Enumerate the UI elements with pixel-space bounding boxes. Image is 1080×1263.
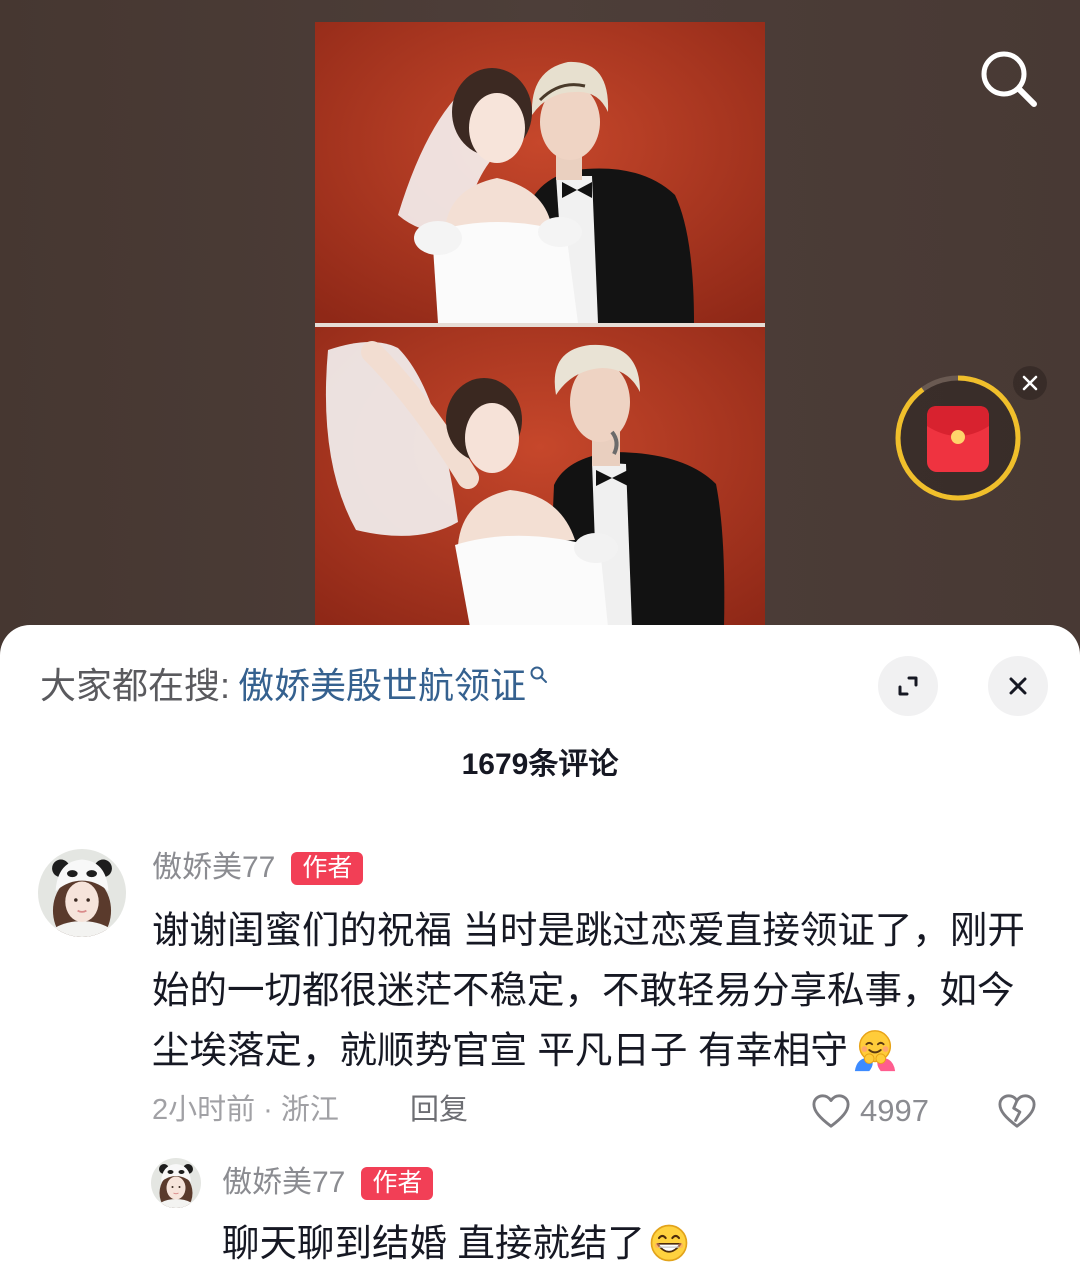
comment-text-line: 谢谢闺蜜们的祝福 当时是跳过恋爱直接领证了，刚开 [152, 909, 1025, 951]
comment-time-location: 2小时前 · 浙江 [152, 1094, 339, 1126]
user-avatar [151, 1158, 201, 1208]
reply-button[interactable]: 回复 [410, 1090, 468, 1130]
like-count: 4997 [860, 1093, 929, 1128]
comment-username[interactable]: 傲娇美77 [152, 849, 275, 887]
comment-text-line: 始的一切都很迷茫不稳定，不敢轻易分享私事，如今 [152, 969, 1015, 1011]
comment-text-line: 尘埃落定，就顺势官宣 平凡日子 有幸相守 [152, 1029, 848, 1071]
like-button[interactable]: 4997 [810, 1091, 929, 1131]
expand-icon [898, 676, 918, 696]
video-area[interactable] [0, 0, 1080, 660]
search-hint[interactable]: 大家都在搜: 傲娇美殷世航领证 [40, 664, 549, 708]
close-icon [1009, 677, 1027, 695]
author-badge: 作者 [291, 851, 364, 885]
reply-avatar[interactable] [151, 1158, 201, 1208]
close-panel-button[interactable] [988, 656, 1048, 716]
heart-icon[interactable] [810, 1092, 852, 1130]
broken-heart-icon[interactable] [996, 1092, 1038, 1130]
comment-text[interactable]: 谢谢闺蜜们的祝福 当时是跳过恋爱直接领证了，刚开 始的一切都很迷茫不稳定，不敢轻… [152, 900, 1025, 1080]
reply-text[interactable]: 聊天聊到结婚 直接就结了 [222, 1223, 689, 1263]
photo-divider [315, 323, 765, 327]
comment-author-row: 傲娇美77 作者 [152, 849, 364, 887]
hug-emoji-icon [854, 1030, 895, 1072]
video-stage[interactable] [0, 0, 1080, 660]
comment-count-title: 1679条评论 [461, 748, 619, 781]
search-icon[interactable] [529, 665, 549, 685]
red-envelope-icon[interactable] [927, 406, 989, 472]
close-red-packet-button[interactable] [1013, 366, 1047, 400]
wedding-photo-bottom [315, 327, 765, 627]
reply-text-content: 聊天聊到结婚 直接就结了 [222, 1222, 645, 1263]
avatar[interactable] [38, 849, 126, 937]
comment-panel: 大家都在搜: 傲娇美殷世航领证 1679条评论 傲娇美77 作者 谢谢闺蜜们的祝… [0, 625, 1080, 1263]
search-hint-query[interactable]: 傲娇美殷世航领证 [238, 664, 526, 708]
expand-button[interactable] [878, 656, 938, 716]
search-hint-prefix: 大家都在搜: [40, 665, 231, 706]
author-badge: 作者 [361, 1166, 434, 1200]
red-packet-widget[interactable] [895, 375, 1021, 501]
comment-text-line-last: 尘埃落定，就顺势官宣 平凡日子 有幸相守 [152, 1020, 1025, 1080]
user-avatar [38, 849, 126, 937]
reply-author-row: 傲娇美77 作者 [222, 1164, 434, 1202]
grin-emoji-icon [650, 1224, 688, 1262]
wedding-photo-top [315, 22, 765, 323]
dislike-button[interactable] [996, 1092, 1038, 1130]
reply-username[interactable]: 傲娇美77 [222, 1164, 345, 1202]
search-icon[interactable] [981, 51, 1037, 107]
